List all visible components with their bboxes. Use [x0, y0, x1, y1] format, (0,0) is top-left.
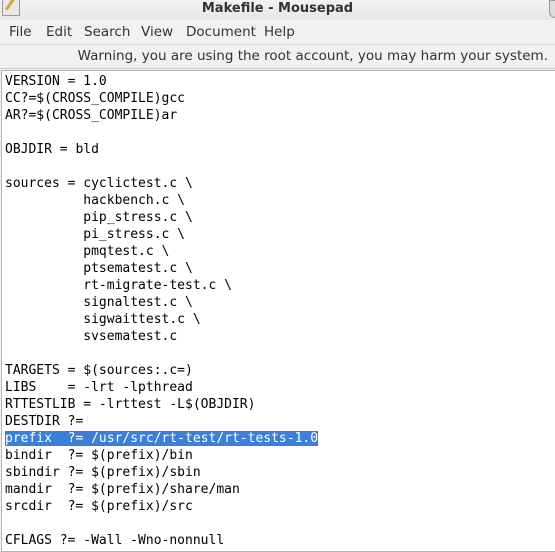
code-line[interactable]: bindir ?= $(prefix)/bin [5, 447, 318, 464]
line-text: TARGETS = $(sources:.c=) [5, 363, 193, 378]
line-text: pi_stress.c \ [5, 227, 186, 242]
root-warning-bar: Warning, you are using the root account,… [0, 45, 555, 69]
line-text: hackbench.c \ [5, 193, 186, 208]
code-line[interactable]: DESTDIR ?= [5, 413, 318, 430]
root-warning-text: Warning, you are using the root account,… [77, 48, 548, 64]
window-control-button[interactable] [549, 0, 555, 18]
code-line[interactable]: ptsematest.c \ [5, 260, 318, 277]
code-line[interactable]: prefix ?= /usr/src/rt-test/rt-tests-1.0 [5, 430, 319, 447]
line-text: sources = cyclictest.c \ [5, 176, 193, 191]
line-text: pip_stress.c \ [5, 210, 193, 225]
menu-edit[interactable]: Edit [46, 24, 72, 40]
code-line[interactable]: srcdir ?= $(prefix)/src [5, 498, 318, 515]
code-line[interactable] [5, 124, 318, 141]
code-line[interactable]: CC?=$(CROSS_COMPILE)gcc [5, 90, 318, 107]
line-text: ptsematest.c \ [5, 261, 193, 276]
code-line[interactable]: pi_stress.c \ [5, 226, 318, 243]
code-line[interactable]: svsematest.c [5, 328, 318, 345]
code-line[interactable]: sbindir ?= $(prefix)/sbin [5, 464, 318, 481]
code-line[interactable]: AR?=$(CROSS_COMPILE)ar [5, 107, 318, 124]
line-text: mandir ?= $(prefix)/share/man [5, 482, 240, 497]
code-line[interactable]: mandir ?= $(prefix)/share/man [5, 481, 318, 498]
line-text: VERSION = 1.0 [5, 74, 107, 89]
code-line[interactable]: signaltest.c \ [5, 294, 318, 311]
menu-search[interactable]: Search [84, 24, 130, 40]
code-line[interactable]: pip_stress.c \ [5, 209, 318, 226]
code-line[interactable]: sources = cyclictest.c \ [5, 175, 318, 192]
line-text: CFLAGS ?= -Wall -Wno-nonnull [5, 533, 225, 548]
line-text: signaltest.c \ [5, 295, 193, 310]
code-line[interactable]: rt-migrate-test.c \ [5, 277, 318, 294]
code-line[interactable] [5, 515, 318, 532]
line-text: pmqtest.c \ [5, 244, 170, 259]
menu-help[interactable]: Help [264, 24, 295, 40]
line-text: rt-migrate-test.c \ [5, 278, 232, 293]
code-line[interactable]: OBJDIR = bld [5, 141, 318, 158]
line-text: AR?=$(CROSS_COMPILE)ar [5, 108, 178, 123]
line-text: sbindir ?= $(prefix)/sbin [5, 465, 201, 480]
menu-bar: File Edit Search View Document Help [0, 20, 555, 45]
code-line[interactable] [5, 158, 318, 175]
code-line[interactable]: VERSION = 1.0 [5, 73, 318, 90]
window-title: Makefile - Mousepad [201, 1, 354, 16]
line-text: srcdir ?= $(prefix)/src [5, 499, 193, 514]
code-line[interactable] [5, 345, 318, 362]
code-line[interactable]: CFLAGS ?= -Wall -Wno-nonnull [5, 532, 318, 549]
code-text[interactable]: VERSION = 1.0 CC?=$(CROSS_COMPILE)gcc AR?=… [5, 73, 319, 549]
menu-file[interactable]: File [9, 24, 32, 40]
code-line[interactable]: hackbench.c \ [5, 192, 318, 209]
line-text: svsematest.c [5, 329, 178, 344]
line-text: DESTDIR ?= [5, 414, 84, 429]
text-editor[interactable]: VERSION = 1.0 CC?=$(CROSS_COMPILE)gcc AR?=… [1, 70, 555, 552]
code-line[interactable]: sigwaittest.c \ [5, 311, 318, 328]
menu-view[interactable]: View [141, 24, 173, 40]
title-bar[interactable]: Makefile - Mousepad [0, 0, 555, 20]
code-line[interactable]: TARGETS = $(sources:.c=) [5, 362, 318, 379]
selected-text: prefix ?= /usr/src/rt-test/rt-tests-1.0 [5, 431, 319, 446]
line-text: LIBS = -lrt -lpthread [5, 380, 193, 395]
line-text: CC?=$(CROSS_COMPILE)gcc [5, 91, 186, 106]
code-line[interactable]: pmqtest.c \ [5, 243, 318, 260]
line-text: bindir ?= $(prefix)/bin [5, 448, 193, 463]
line-text: RTTESTLIB = -lrttest -L$(OBJDIR) [5, 397, 256, 412]
line-text: sigwaittest.c \ [5, 312, 201, 327]
line-text: OBJDIR = bld [5, 142, 99, 157]
code-line[interactable]: RTTESTLIB = -lrttest -L$(OBJDIR) [5, 396, 318, 413]
menu-document[interactable]: Document [186, 24, 256, 40]
code-line[interactable]: LIBS = -lrt -lpthread [5, 379, 318, 396]
